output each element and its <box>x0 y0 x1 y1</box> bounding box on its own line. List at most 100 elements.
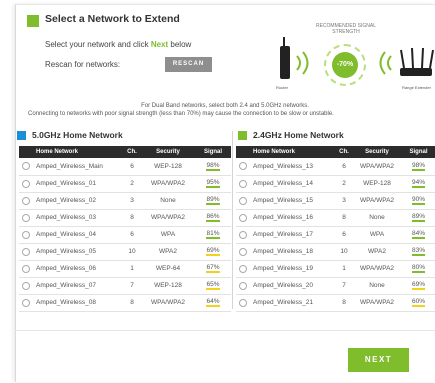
radio-cell[interactable] <box>236 158 250 176</box>
signal-percent: 89% <box>206 196 220 203</box>
network-channel: 1 <box>123 260 141 278</box>
network-radio[interactable] <box>239 179 247 188</box>
radio-cell[interactable] <box>19 277 33 295</box>
radio-cell[interactable] <box>19 226 33 244</box>
network-radio[interactable] <box>22 179 30 188</box>
signal-bar <box>206 254 220 256</box>
radio-cell[interactable] <box>19 192 33 210</box>
network-row[interactable]: Amped_Wireless_02 3 None 89% <box>19 192 231 210</box>
radio-cell[interactable] <box>19 260 33 278</box>
network-row[interactable]: Amped_Wireless_18 10 WPA2 83% <box>236 243 435 261</box>
signal-cell: 89% <box>195 192 231 210</box>
network-radio[interactable] <box>239 196 247 205</box>
radio-cell[interactable] <box>236 192 250 210</box>
network-name: Amped_Wireless_01 <box>33 175 123 193</box>
signal-cell: 81% <box>195 226 231 244</box>
network-column-header: Home Network <box>33 146 123 158</box>
network-row[interactable]: Amped_Wireless_20 7 None 69% <box>236 277 435 295</box>
network-security: WPA/WPA2 <box>141 175 195 193</box>
signal-value: 65% <box>206 281 220 290</box>
radio-cell[interactable] <box>236 226 250 244</box>
network-row[interactable]: Amped_Wireless_01 2 WPA/WPA2 95% <box>19 175 231 193</box>
signal-percent: 84% <box>411 230 425 237</box>
column-divider <box>232 131 233 309</box>
network-name: Amped_Wireless_18 <box>250 243 336 261</box>
network-row[interactable]: Amped_Wireless_05 10 WPA2 69% <box>19 243 231 261</box>
signal-value: 95% <box>206 179 220 188</box>
network-name: Amped_Wireless_21 <box>250 294 336 312</box>
two-ghz-network-table: Home Network Ch. Security Signal Amped_W… <box>236 146 435 312</box>
network-name: Amped_Wireless_Main <box>33 158 123 176</box>
radio-cell[interactable] <box>236 260 250 278</box>
select-instruction: Select your network and click Next below <box>45 40 191 49</box>
network-name: Amped_Wireless_04 <box>33 226 123 244</box>
range-extender-icon <box>400 47 434 76</box>
network-row[interactable]: Amped_Wireless_14 2 WEP-128 94% <box>236 175 435 193</box>
network-radio[interactable] <box>22 298 30 307</box>
radio-cell[interactable] <box>236 277 250 295</box>
network-row[interactable]: Amped_Wireless_07 7 WEP-128 65% <box>19 277 231 295</box>
network-row[interactable]: Amped_Wireless_15 3 WPA/WPA2 90% <box>236 192 435 210</box>
signal-bar <box>411 305 425 307</box>
network-radio[interactable] <box>22 264 30 273</box>
network-radio[interactable] <box>239 298 247 307</box>
signal-percent: 98% <box>411 161 425 169</box>
signal-value: 86% <box>206 213 220 222</box>
network-row[interactable]: Amped_Wireless_06 1 WEP-64 67% <box>19 260 231 278</box>
radio-cell[interactable] <box>236 243 250 261</box>
next-button[interactable]: NEXT <box>348 348 409 372</box>
network-row[interactable]: Amped_Wireless_04 6 WPA 81% <box>19 226 231 244</box>
signal-cell: 94% <box>402 175 435 193</box>
radio-cell[interactable] <box>19 209 33 227</box>
select-instruction-suffix: below <box>168 40 192 49</box>
radio-cell[interactable] <box>19 294 33 312</box>
rescan-button[interactable]: RESCAN <box>165 57 212 72</box>
radio-cell[interactable] <box>236 294 250 312</box>
recommended-signal-label: RECOMMENDED SIGNAL STRENGTH <box>315 23 376 35</box>
network-radio[interactable] <box>239 213 247 222</box>
network-radio[interactable] <box>239 230 247 239</box>
network-row[interactable]: Amped_Wireless_17 6 WPA 84% <box>236 226 435 244</box>
signal-percent: 94% <box>411 179 425 186</box>
network-name: Amped_Wireless_08 <box>33 294 123 312</box>
radio-column-header <box>236 146 250 158</box>
signal-column-header: Signal <box>195 146 231 158</box>
network-radio[interactable] <box>239 162 247 171</box>
network-security: WEP-128 <box>141 158 195 176</box>
dual-band-note: For Dual Band networks, select both 2.4 … <box>141 103 309 109</box>
network-row[interactable]: Amped_Wireless_Main 6 WEP-128 98% <box>19 158 231 176</box>
network-radio[interactable] <box>239 247 247 256</box>
radio-cell[interactable] <box>19 158 33 176</box>
network-security: WPA/WPA2 <box>141 209 195 227</box>
network-radio[interactable] <box>22 247 30 256</box>
network-name: Amped_Wireless_05 <box>33 243 123 261</box>
network-row[interactable]: Amped_Wireless_13 6 WPA/WPA2 98% <box>236 158 435 176</box>
network-radio[interactable] <box>22 162 30 171</box>
network-row[interactable]: Amped_Wireless_19 1 WPA/WPA2 80% <box>236 260 435 278</box>
network-row[interactable]: Amped_Wireless_03 8 WPA/WPA2 86% <box>19 209 231 227</box>
signal-percent: 95% <box>206 179 220 186</box>
network-row[interactable]: Amped_Wireless_08 8 WPA/WPA2 64% <box>19 294 231 312</box>
signal-bar <box>206 237 220 239</box>
network-row[interactable]: Amped_Wireless_21 8 WPA/WPA2 60% <box>236 294 435 312</box>
network-radio[interactable] <box>22 196 30 205</box>
signal-bar <box>206 288 220 290</box>
network-radio[interactable] <box>22 281 30 290</box>
table-header-row: Home Network Ch. Security Signal <box>19 146 231 158</box>
radio-cell[interactable] <box>236 175 250 193</box>
signal-cell: 98% <box>402 158 435 176</box>
radio-cell[interactable] <box>19 243 33 261</box>
signal-percent: 69% <box>411 281 425 288</box>
network-radio[interactable] <box>22 213 30 222</box>
network-radio[interactable] <box>239 281 247 290</box>
network-row[interactable]: Amped_Wireless_16 8 None 89% <box>236 209 435 227</box>
signal-percent: 64% <box>206 298 220 305</box>
network-column-header: Home Network <box>250 146 336 158</box>
radio-cell[interactable] <box>236 209 250 227</box>
network-name: Amped_Wireless_16 <box>250 209 336 227</box>
network-radio[interactable] <box>239 264 247 273</box>
radio-cell[interactable] <box>19 175 33 193</box>
signal-cell: 65% <box>195 277 231 295</box>
network-radio[interactable] <box>22 230 30 239</box>
network-name: Amped_Wireless_17 <box>250 226 336 244</box>
